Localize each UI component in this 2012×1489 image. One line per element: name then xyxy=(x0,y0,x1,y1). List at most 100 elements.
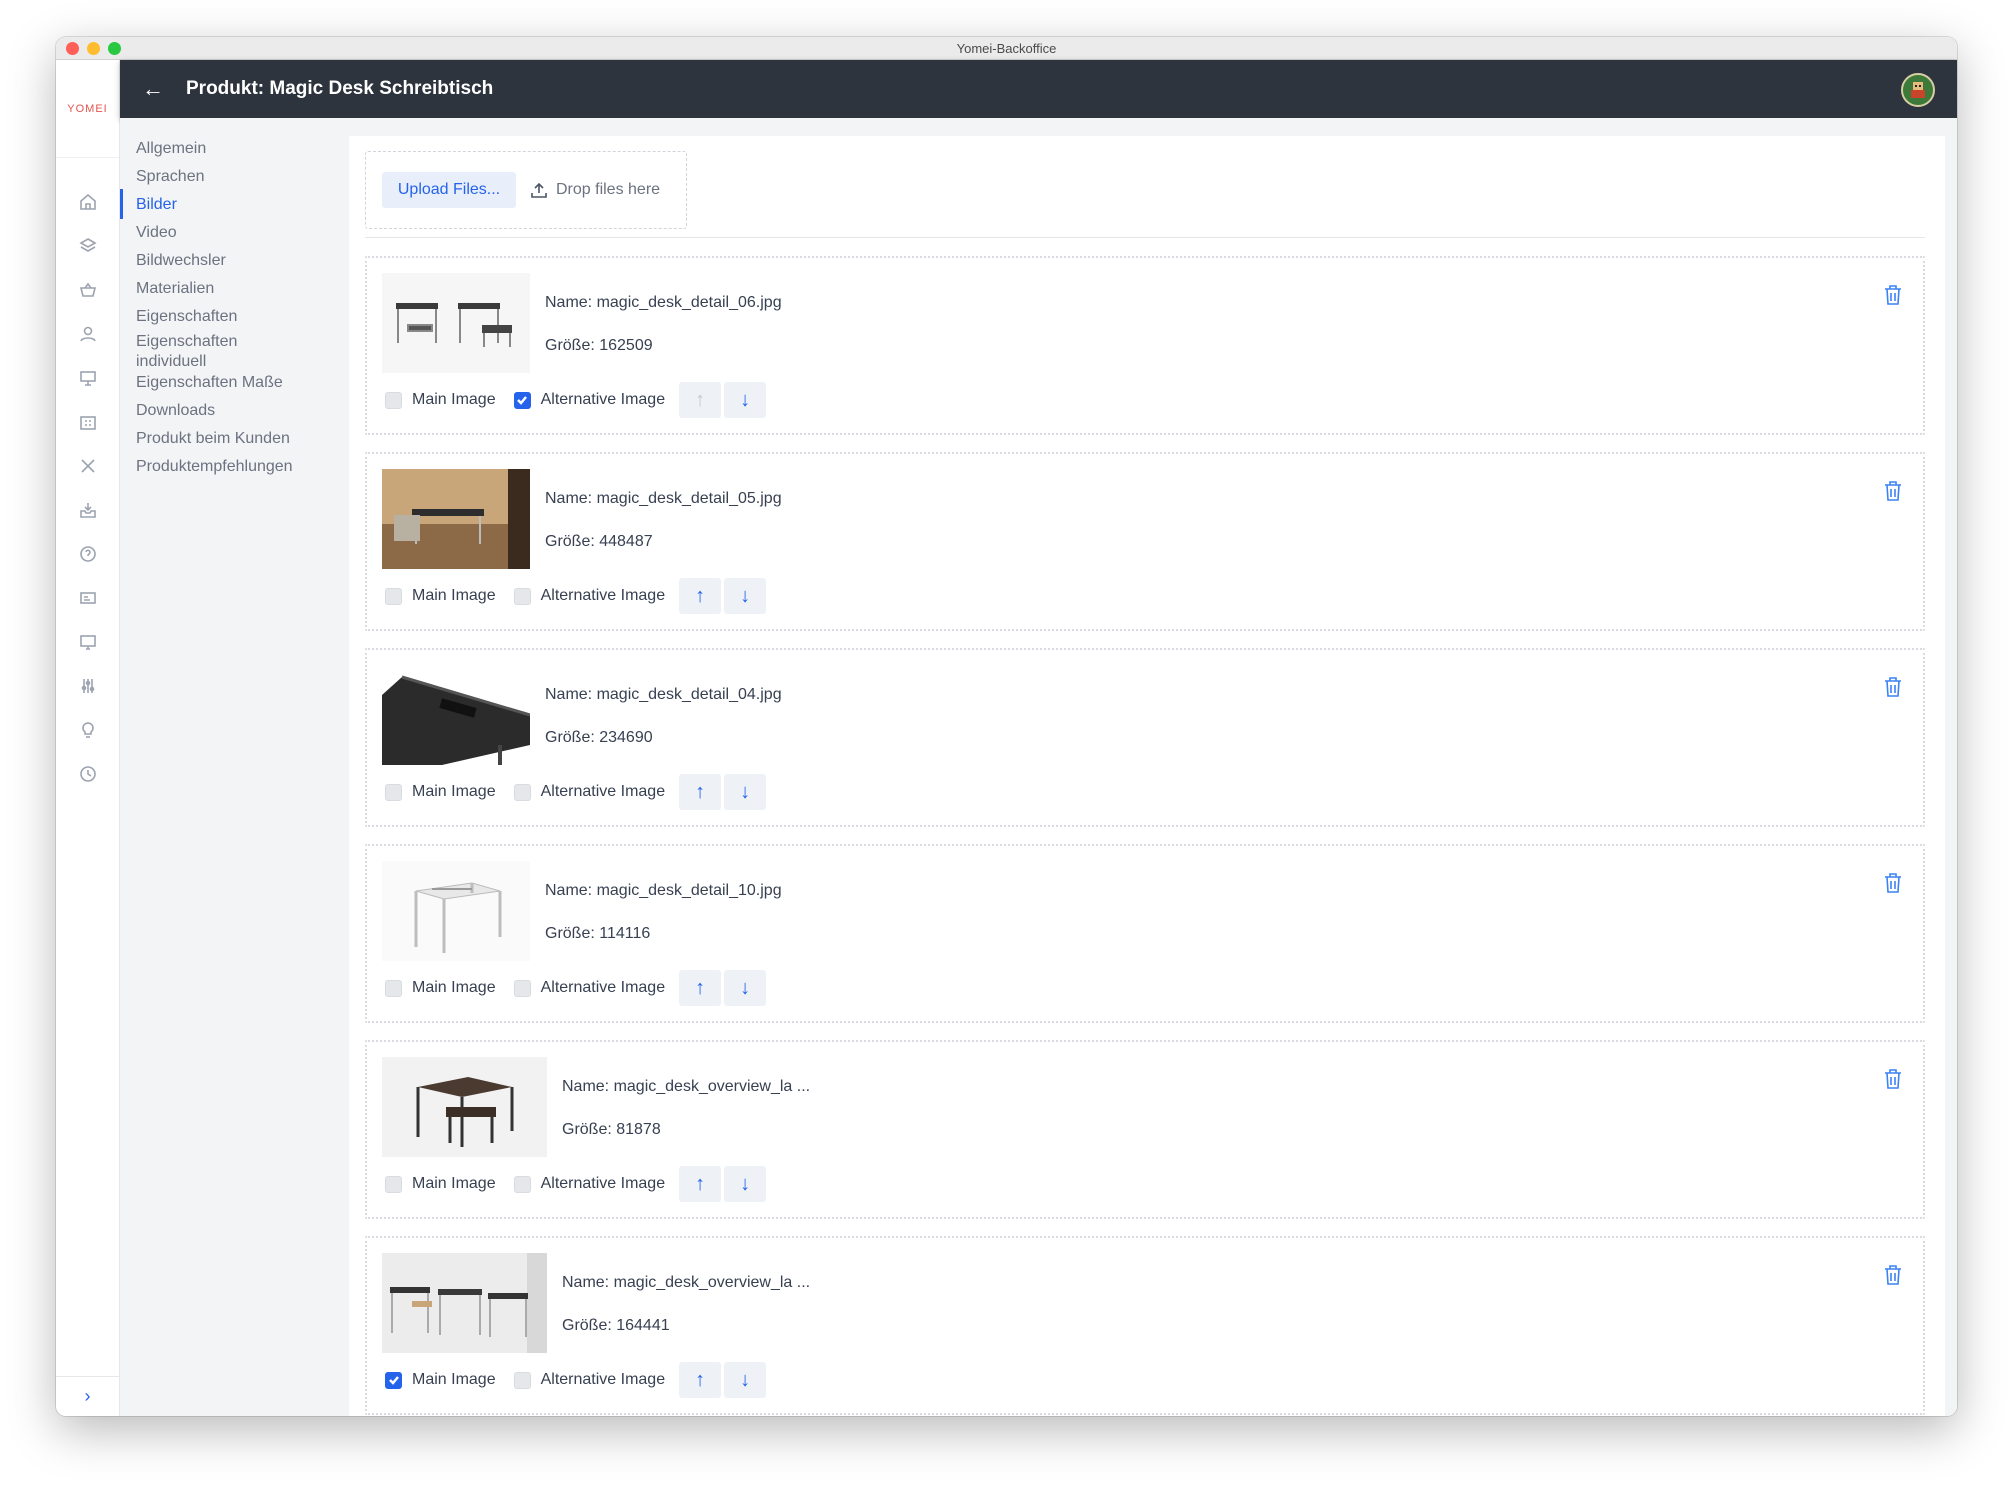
alternative-image-checkbox[interactable] xyxy=(513,587,531,605)
delete-button[interactable] xyxy=(1883,676,1903,698)
desk-photo-image xyxy=(382,675,530,765)
menu-item-eigenschaften-masse[interactable]: Eigenschaften Maße xyxy=(120,373,283,393)
arrow-up-icon: ↑ xyxy=(695,388,706,411)
menu-item-allgemein[interactable]: Allgemein xyxy=(120,139,206,159)
image-name: Name: magic_desk_detail_04.jpg xyxy=(545,686,782,703)
maximize-window-button[interactable] xyxy=(108,42,121,55)
menu-item-video[interactable]: Video xyxy=(120,223,177,243)
clock-icon[interactable] xyxy=(56,752,120,796)
presentation-icon[interactable] xyxy=(56,356,120,400)
logo-text: YOMEI xyxy=(67,102,108,115)
upload-files-button[interactable]: Upload Files... xyxy=(382,172,516,208)
move-up-button[interactable]: ↑ xyxy=(679,1362,722,1398)
basket-icon[interactable] xyxy=(56,268,120,312)
logo[interactable]: YOMEI xyxy=(56,60,119,158)
page-header: ← Produkt: Magic Desk Schreibtisch xyxy=(120,60,1957,118)
trash-icon xyxy=(1885,285,1901,305)
avatar[interactable] xyxy=(1901,73,1935,107)
move-down-button[interactable]: ↓ xyxy=(724,382,767,418)
menu-item-bilder[interactable]: Bilder xyxy=(120,189,177,219)
main-image-checkbox[interactable] xyxy=(385,1371,402,1389)
alternative-image-label: Alternative Image xyxy=(540,783,666,800)
move-up-button[interactable]: ↑ xyxy=(679,578,722,614)
delete-button[interactable] xyxy=(1883,1264,1903,1286)
move-down-button[interactable]: ↓ xyxy=(724,578,767,614)
bulb-icon[interactable] xyxy=(56,708,120,752)
image-thumbnail[interactable] xyxy=(382,665,530,765)
close-window-button[interactable] xyxy=(66,42,79,55)
trash-icon xyxy=(1885,1265,1901,1285)
id-card-icon[interactable] xyxy=(56,576,120,620)
delete-button[interactable] xyxy=(1883,872,1903,894)
image-name: Name: magic_desk_detail_05.jpg xyxy=(545,490,782,507)
main-image-label: Main Image xyxy=(412,1175,496,1192)
monitor-icon[interactable] xyxy=(56,620,120,664)
menu-item-produkt-beim-kunden[interactable]: Produkt beim Kunden xyxy=(120,429,290,449)
move-up-button[interactable]: ↑ xyxy=(679,774,722,810)
minimize-window-button[interactable] xyxy=(87,42,100,55)
alternative-image-label: Alternative Image xyxy=(540,979,666,996)
main-image-checkbox[interactable] xyxy=(385,979,402,997)
alternative-image-checkbox[interactable] xyxy=(513,783,531,801)
check-icon xyxy=(388,1376,399,1385)
help-icon[interactable] xyxy=(56,532,120,576)
image-card: Name: magic_desk_overview_la ... Größe: … xyxy=(365,1236,1925,1415)
move-up-button[interactable]: ↑ xyxy=(679,1166,722,1202)
move-down-button[interactable]: ↓ xyxy=(724,1166,767,1202)
alternative-image-checkbox[interactable] xyxy=(513,979,531,997)
desk-photo-image xyxy=(396,303,512,347)
user-icon[interactable] xyxy=(56,312,120,356)
main-image-checkbox[interactable] xyxy=(385,1175,402,1193)
image-card: Name: magic_desk_detail_10.jpg Größe: 11… xyxy=(365,844,1925,1023)
sliders-icon[interactable] xyxy=(56,664,120,708)
images-panel: Upload Files... Drop files here Name: ma… xyxy=(349,136,1945,1416)
trash-icon xyxy=(1885,873,1901,893)
menu-item-eigenschaften[interactable]: Eigenschaften xyxy=(120,307,237,327)
expand-sidebar-button[interactable]: › xyxy=(56,1376,119,1416)
image-thumbnail[interactable] xyxy=(382,273,530,373)
home-icon[interactable] xyxy=(56,180,120,224)
menu-item-produktempfehlungen[interactable]: Produktempfehlungen xyxy=(120,457,293,477)
image-thumbnail[interactable] xyxy=(382,469,530,569)
menu-item-sprachen[interactable]: Sprachen xyxy=(120,167,205,187)
arrow-up-icon: ↑ xyxy=(695,780,706,803)
main-image-checkbox[interactable] xyxy=(385,587,402,605)
menu-item-downloads[interactable]: Downloads xyxy=(120,401,215,421)
desk-photo-image xyxy=(390,1253,547,1353)
upload-dropzone[interactable]: Upload Files... Drop files here xyxy=(365,151,687,229)
image-thumbnail[interactable] xyxy=(382,1057,547,1157)
move-down-button[interactable]: ↓ xyxy=(724,774,767,810)
move-up-button[interactable]: ↑ xyxy=(679,382,722,418)
layers-icon[interactable] xyxy=(56,224,120,268)
trash-icon xyxy=(1885,481,1901,501)
inbox-icon[interactable] xyxy=(56,488,120,532)
main-image-checkbox[interactable] xyxy=(385,391,402,409)
main-image-checkbox[interactable] xyxy=(385,783,402,801)
app-window: Yomei-Backoffice YOMEI › ← Produkt: Magi… xyxy=(56,37,1957,1416)
arrow-down-icon: ↓ xyxy=(740,976,751,999)
move-up-button[interactable]: ↑ xyxy=(679,970,722,1006)
back-arrow-icon[interactable]: ← xyxy=(142,76,168,102)
delete-button[interactable] xyxy=(1883,1068,1903,1090)
image-thumbnail[interactable] xyxy=(382,1253,547,1353)
alternative-image-checkbox[interactable] xyxy=(513,391,531,409)
delete-button[interactable] xyxy=(1883,284,1903,306)
main-image-label: Main Image xyxy=(412,391,496,408)
alternative-image-checkbox[interactable] xyxy=(513,1371,531,1389)
move-down-button[interactable]: ↓ xyxy=(724,970,767,1006)
tools-icon[interactable] xyxy=(56,444,120,488)
menu-item-bildwechsler[interactable]: Bildwechsler xyxy=(120,251,226,271)
move-down-button[interactable]: ↓ xyxy=(724,1362,767,1398)
image-name: Name: magic_desk_overview_la ... xyxy=(562,1274,811,1291)
image-thumbnail[interactable] xyxy=(382,861,530,961)
alternative-image-checkbox[interactable] xyxy=(513,1175,531,1193)
building-icon[interactable] xyxy=(56,400,120,444)
delete-button[interactable] xyxy=(1883,480,1903,502)
main-image-label: Main Image xyxy=(412,1371,496,1388)
menu-item-materialien[interactable]: Materialien xyxy=(120,279,214,299)
image-size: Größe: 448487 xyxy=(545,533,653,550)
icon-sidebar: YOMEI › xyxy=(56,60,120,1416)
menu-item-eigenschaften-individuell[interactable]: Eigenschaften individuell xyxy=(120,332,260,372)
arrow-down-icon: ↓ xyxy=(740,584,751,607)
alternative-image-label: Alternative Image xyxy=(540,1175,666,1192)
